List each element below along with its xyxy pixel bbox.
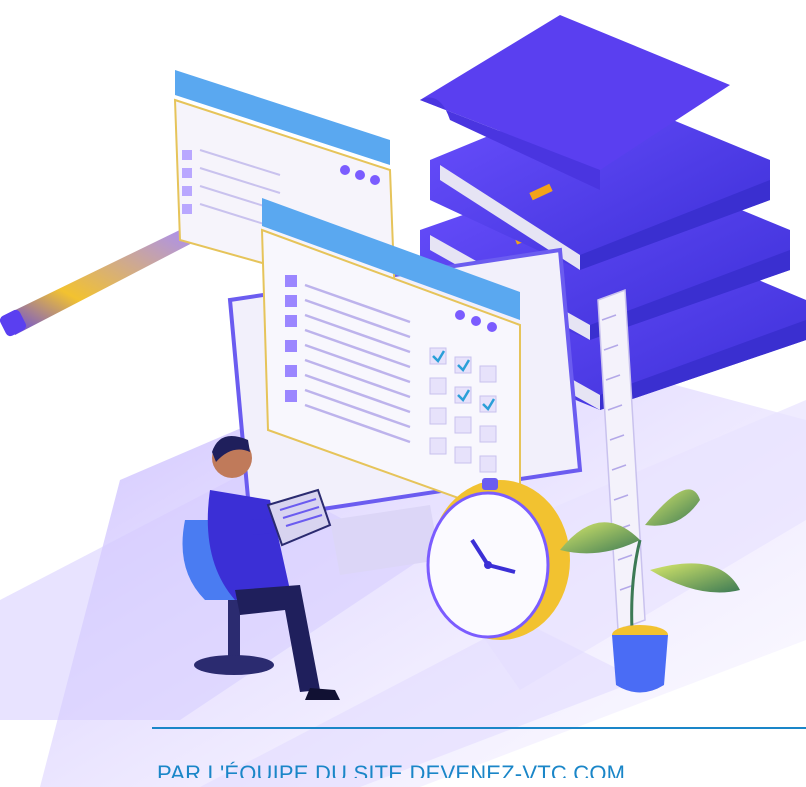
study-illustration	[0, 15, 806, 787]
pencil-icon	[0, 225, 210, 337]
divider-line	[152, 727, 806, 729]
byline: PAR L'ÉQUIPE DU SITE DEVENEZ-VTC.COM	[157, 761, 626, 778]
